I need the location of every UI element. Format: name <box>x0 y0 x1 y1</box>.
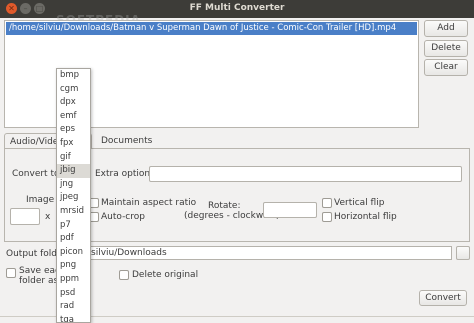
horizontal-flip-checkbox[interactable] <box>322 212 332 222</box>
format-option-picon[interactable]: picon <box>57 246 90 260</box>
convert-to-label: Convert to: <box>12 169 63 179</box>
format-option-fpx[interactable]: fpx <box>57 137 90 151</box>
add-button[interactable]: Add <box>424 20 468 37</box>
format-option-pdf[interactable]: pdf <box>57 232 90 246</box>
save-each-checkbox[interactable] <box>6 268 16 278</box>
rotate-label: Rotate: <box>208 201 241 211</box>
delete-button[interactable]: Delete <box>424 40 468 57</box>
format-option-jpeg[interactable]: jpeg <box>57 191 90 205</box>
convert-button[interactable]: Convert <box>419 290 467 306</box>
extra-options-input[interactable] <box>149 166 462 182</box>
format-option-jbig[interactable]: jbig <box>57 164 90 178</box>
format-option-cgm[interactable]: cgm <box>57 83 90 97</box>
window-title: FF Multi Converter <box>189 3 285 13</box>
rotate-input[interactable] <box>263 202 317 218</box>
file-list-item[interactable]: /home/silviu/Downloads/Batman v Superman… <box>6 22 417 35</box>
format-option-mrsid[interactable]: mrsid <box>57 205 90 219</box>
auto-crop-label: Auto-crop <box>101 212 145 222</box>
horizontal-flip-label: Horizontal flip <box>334 212 397 222</box>
delete-original-label: Delete original <box>132 270 199 280</box>
format-option-rad[interactable]: rad <box>57 300 90 314</box>
format-option-psd[interactable]: psd <box>57 287 90 301</box>
format-option-eps[interactable]: eps <box>57 123 90 137</box>
format-option-ppm[interactable]: ppm <box>57 273 90 287</box>
delete-original-checkbox[interactable] <box>119 270 129 280</box>
format-option-dpx[interactable]: dpx <box>57 96 90 110</box>
format-option-bmp[interactable]: bmp <box>57 69 90 83</box>
clear-button[interactable]: Clear <box>424 59 468 76</box>
browse-button[interactable] <box>456 246 470 260</box>
format-option-emf[interactable]: emf <box>57 110 90 124</box>
maintain-aspect-label: Maintain aspect ratio <box>101 198 197 208</box>
format-option-gif[interactable]: gif <box>57 151 90 165</box>
vertical-flip-checkbox[interactable] <box>322 198 332 208</box>
format-option-p7[interactable]: p7 <box>57 219 90 233</box>
vertical-flip-label: Vertical flip <box>334 198 385 208</box>
image-width-input[interactable] <box>10 208 40 225</box>
format-option-tga[interactable]: tga <box>57 314 90 322</box>
format-option-png[interactable]: png <box>57 259 90 273</box>
output-folder-input[interactable]: silviu/Downloads <box>87 246 452 260</box>
tab-documents[interactable]: Documents <box>96 133 157 149</box>
format-dropdown-list[interactable]: bmp cgm dpx emf eps fpx gif jbig jng jpeg mrsid p7 p… <box>56 68 91 323</box>
size-x-label: x <box>45 212 51 222</box>
format-option-jng[interactable]: jng <box>57 178 90 192</box>
